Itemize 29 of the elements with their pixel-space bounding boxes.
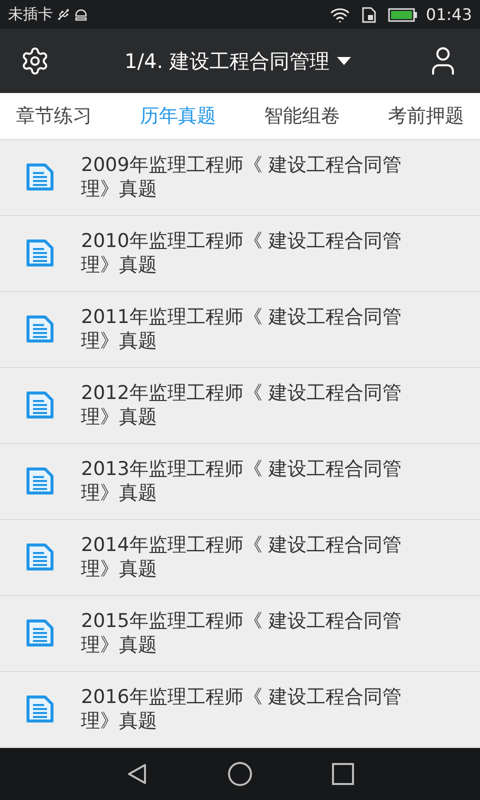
document-icon xyxy=(25,466,55,496)
recent-apps-button[interactable] xyxy=(331,762,355,786)
document-icon xyxy=(25,694,55,724)
tab[interactable]: 考前押题 xyxy=(388,102,464,130)
exam-title: 2014年监理工程师《 建设工程合同管理》真题 xyxy=(81,533,402,582)
document-icon xyxy=(25,390,55,420)
document-icon xyxy=(25,542,55,572)
exam-title: 2013年监理工程师《 建设工程合同管理》真题 xyxy=(81,457,402,506)
document-icon xyxy=(25,314,55,344)
back-button[interactable] xyxy=(125,762,149,786)
usb-icon xyxy=(57,8,70,22)
clock-text: 01:43 xyxy=(426,4,472,26)
document-icon xyxy=(25,238,55,268)
exam-title: 2016年监理工程师《 建设工程合同管理》真题 xyxy=(81,685,402,734)
home-button[interactable] xyxy=(227,760,253,787)
gear-icon xyxy=(20,46,50,76)
document-icon xyxy=(25,618,55,648)
tab[interactable]: 智能组卷 xyxy=(264,102,340,130)
exam-title: 2015年监理工程师《 建设工程合同管理》真题 xyxy=(81,609,402,658)
carrier-text: 未插卡 xyxy=(8,4,53,26)
sim-card-icon xyxy=(362,6,376,23)
tab[interactable]: 章节练习 xyxy=(16,102,92,130)
caret-icon xyxy=(337,57,352,66)
exam-title: 2009年监理工程师《 建设工程合同管理》真题 xyxy=(81,153,402,202)
exam-title: 2012年监理工程师《 建设工程合同管理》真题 xyxy=(81,381,402,430)
exam-title: 2010年监理工程师《 建设工程合同管理》真题 xyxy=(81,229,402,278)
exam-title: 2011年监理工程师《 建设工程合同管理》真题 xyxy=(81,305,402,354)
battery-icon xyxy=(388,8,418,22)
document-icon xyxy=(25,162,55,192)
